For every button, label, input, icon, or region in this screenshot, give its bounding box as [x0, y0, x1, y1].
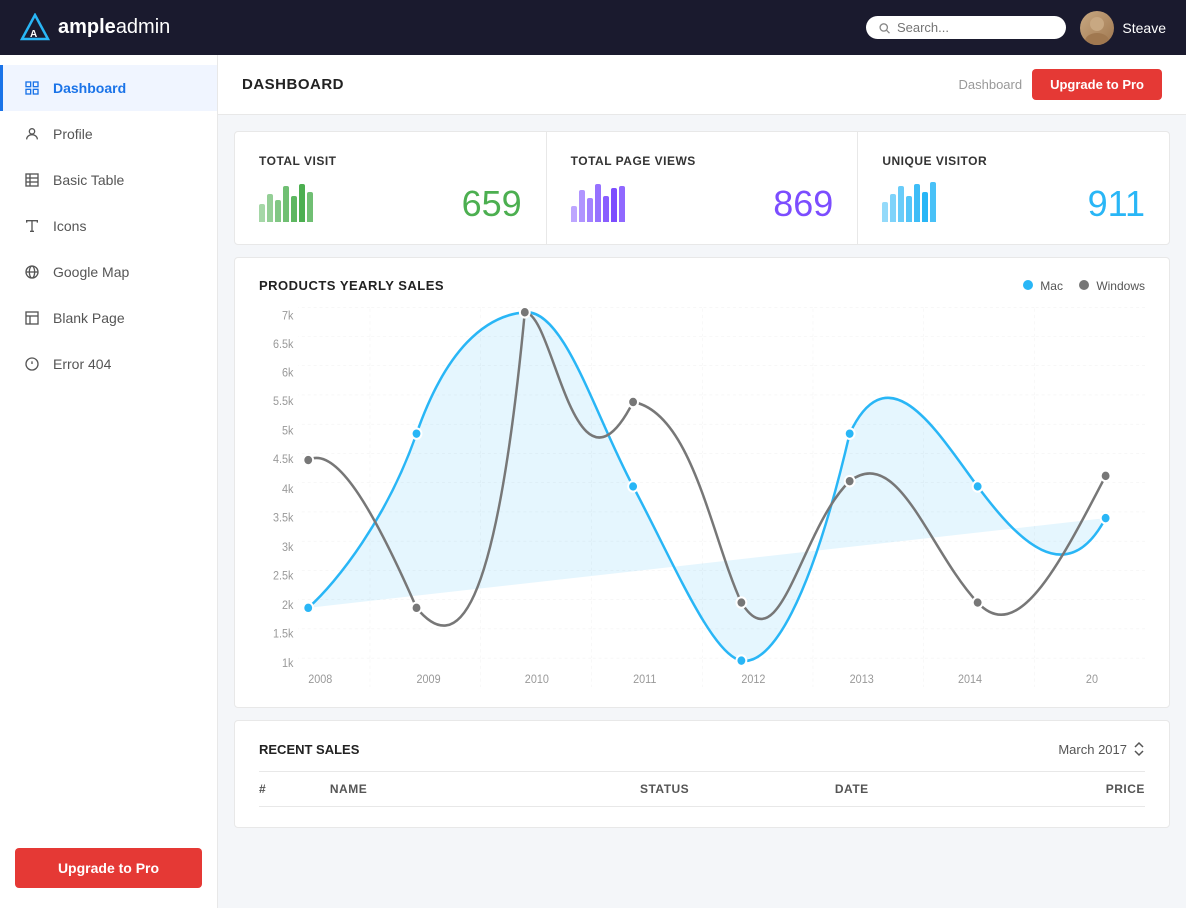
sidebar-label-basic-table: Basic Table	[53, 172, 124, 188]
svg-text:5k: 5k	[282, 425, 294, 437]
stat-label-total-visit: TOTAL VISIT	[259, 154, 522, 168]
svg-text:20: 20	[1086, 673, 1098, 685]
sidebar: Dashboard Profile Basic Table Icons Goog…	[0, 55, 218, 908]
svg-text:3k: 3k	[282, 542, 294, 554]
avatar	[1080, 11, 1114, 45]
col-header-status: STATUS	[640, 782, 835, 796]
globe-icon	[23, 263, 41, 281]
svg-text:2011: 2011	[633, 673, 656, 685]
chart-area: 7k 6.5k 6k 5.5k 5k 4.5k 4k 3.5k 3k 2.5k …	[259, 307, 1145, 687]
svg-text:2.5k: 2.5k	[273, 570, 294, 582]
stat-card-total-visit: TOTAL VISIT 659	[235, 132, 547, 244]
upgrade-to-pro-button[interactable]: Upgrade to Pro	[1032, 69, 1162, 100]
main-layout: Dashboard Profile Basic Table Icons Goog…	[0, 55, 1186, 908]
month-selector[interactable]: March 2017	[1058, 741, 1145, 757]
logo-light-text: admin	[116, 16, 170, 38]
sidebar-label-profile: Profile	[53, 126, 93, 142]
svg-text:2013: 2013	[850, 673, 874, 685]
svg-text:2009: 2009	[417, 673, 441, 685]
breadcrumb-area: Dashboard Upgrade to Pro	[958, 69, 1162, 100]
svg-text:5.5k: 5.5k	[273, 396, 294, 408]
svg-text:1k: 1k	[282, 658, 294, 670]
col-header-name: NAME	[330, 782, 640, 796]
stat-value-page-views: 869	[773, 186, 833, 222]
breadcrumb: Dashboard	[958, 77, 1022, 92]
sidebar-item-google-map[interactable]: Google Map	[0, 249, 217, 295]
col-header-date: DATE	[835, 782, 1012, 796]
dashboard-icon	[23, 79, 41, 97]
svg-text:2k: 2k	[282, 600, 294, 612]
sidebar-label-error-404: Error 404	[53, 356, 111, 372]
font-icon	[23, 217, 41, 235]
svg-text:6k: 6k	[282, 367, 294, 379]
recent-sales-header: RECENT SALES March 2017	[259, 741, 1145, 757]
page-header: DASHBOARD Dashboard Upgrade to Pro	[218, 55, 1186, 115]
search-icon	[878, 21, 891, 35]
month-label: March 2017	[1058, 742, 1127, 757]
sidebar-item-error-404[interactable]: Error 404	[0, 341, 217, 387]
svg-text:4k: 4k	[282, 483, 294, 495]
legend-windows: Windows	[1079, 279, 1145, 293]
stat-label-page-views: TOTAL PAGE VIEWS	[571, 154, 834, 168]
stats-row: TOTAL VISIT 659 TOTAL PAGE VI	[234, 131, 1170, 245]
chart-header: PRODUCTS YEARLY SALES Mac Windows	[259, 278, 1145, 293]
stat-label-unique-visitor: UNIQUE VISITOR	[882, 154, 1145, 168]
sidebar-label-icons: Icons	[53, 218, 86, 234]
chart-svg: 7k 6.5k 6k 5.5k 5k 4.5k 4k 3.5k 3k 2.5k …	[259, 307, 1145, 687]
mini-bars-pageviews	[571, 182, 625, 222]
legend-dot-windows	[1079, 280, 1089, 290]
info-icon	[23, 355, 41, 373]
top-navbar: A ampleadmin Steave	[0, 0, 1186, 55]
logo-icon: A	[20, 13, 50, 43]
sidebar-upgrade-button[interactable]: Upgrade to Pro	[15, 848, 202, 888]
stat-card-unique-visitor: UNIQUE VISITOR 911	[858, 132, 1169, 244]
table-icon	[23, 171, 41, 189]
stat-value-unique-visitor: 911	[1088, 186, 1145, 222]
logo[interactable]: A ampleadmin	[20, 13, 170, 43]
sidebar-label-blank-page: Blank Page	[53, 310, 125, 326]
sidebar-item-profile[interactable]: Profile	[0, 111, 217, 157]
legend-mac: Mac	[1023, 279, 1063, 293]
svg-text:2008: 2008	[308, 673, 332, 685]
svg-text:2014: 2014	[958, 673, 982, 685]
svg-text:2010: 2010	[525, 673, 549, 685]
main-content: DASHBOARD Dashboard Upgrade to Pro TOTAL…	[218, 55, 1186, 908]
stat-card-page-views: TOTAL PAGE VIEWS 869	[547, 132, 859, 244]
search-box[interactable]	[866, 16, 1066, 39]
svg-text:1.5k: 1.5k	[273, 628, 294, 640]
chevron-up-down-icon	[1133, 741, 1145, 757]
layout-icon	[23, 309, 41, 327]
chart-title: PRODUCTS YEARLY SALES	[259, 278, 444, 293]
user-area[interactable]: Steave	[1080, 11, 1166, 45]
search-input[interactable]	[897, 20, 1054, 35]
svg-text:4.5k: 4.5k	[273, 454, 294, 466]
svg-text:7k: 7k	[282, 310, 294, 322]
sidebar-label-google-map: Google Map	[53, 264, 129, 280]
recent-sales-title: RECENT SALES	[259, 742, 359, 757]
svg-text:A: A	[30, 29, 37, 40]
sidebar-item-dashboard[interactable]: Dashboard	[0, 65, 217, 111]
svg-text:3.5k: 3.5k	[273, 512, 294, 524]
sidebar-item-blank-page[interactable]: Blank Page	[0, 295, 217, 341]
table-header: # NAME STATUS DATE PRICE	[259, 771, 1145, 807]
svg-text:6.5k: 6.5k	[273, 339, 294, 351]
sidebar-item-basic-table[interactable]: Basic Table	[0, 157, 217, 203]
col-header-price: PRICE	[1012, 782, 1145, 796]
topnav-right: Steave	[866, 11, 1166, 45]
sidebar-label-dashboard: Dashboard	[53, 80, 126, 96]
user-name: Steave	[1122, 20, 1166, 36]
sidebar-item-icons[interactable]: Icons	[0, 203, 217, 249]
col-header-num: #	[259, 782, 330, 796]
legend-dot-mac	[1023, 280, 1033, 290]
mini-bars-unique	[882, 182, 936, 222]
svg-text:2012: 2012	[741, 673, 765, 685]
logo-bold-text: ample	[58, 16, 116, 38]
chart-section: PRODUCTS YEARLY SALES Mac Windows	[234, 257, 1170, 708]
recent-sales-section: RECENT SALES March 2017 # NAME STATUS DA…	[234, 720, 1170, 828]
chart-legend: Mac Windows	[1023, 279, 1145, 293]
page-title: DASHBOARD	[242, 76, 344, 93]
person-icon	[23, 125, 41, 143]
mini-bars-visit	[259, 182, 313, 222]
stat-value-total-visit: 659	[462, 186, 522, 222]
